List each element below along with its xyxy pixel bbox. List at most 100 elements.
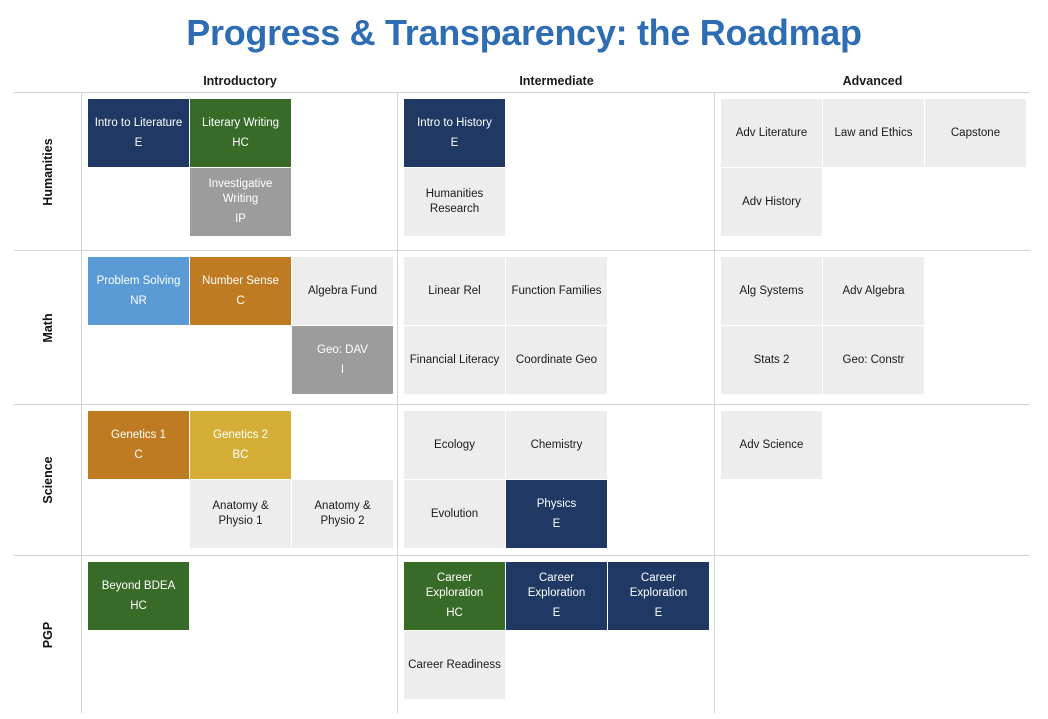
row-label-math: Math: [14, 251, 82, 404]
course-card[interactable]: Adv Science: [721, 411, 822, 479]
course-card[interactable]: Alg Systems: [721, 257, 822, 325]
course-card[interactable]: Number Sense C: [190, 257, 291, 325]
course-card[interactable]: Humanities Research: [404, 168, 505, 236]
course-name: Anatomy & Physio 2: [314, 500, 371, 527]
roadmap-row: Science Genetics 1 C Genetics 2 BC Anatomy & …: [14, 405, 1030, 556]
course-code: BC: [232, 448, 249, 461]
empty-slot: [190, 326, 291, 394]
course-card[interactable]: Investigative Writing IP: [190, 168, 291, 236]
course-card[interactable]: Geo: Constr: [823, 326, 924, 394]
course-card[interactable]: Function Families: [506, 257, 607, 325]
course-card[interactable]: Coordinate Geo: [506, 326, 607, 394]
course-card[interactable]: Career Exploration E: [608, 562, 709, 630]
empty-slot: [608, 99, 709, 167]
course-card[interactable]: Beyond BDEA HC: [88, 562, 189, 630]
course-card[interactable]: Financial Literacy: [404, 326, 505, 394]
empty-slot: [608, 411, 709, 479]
course-name: Career Exploration: [629, 572, 688, 599]
course-card[interactable]: Evolution: [404, 480, 505, 548]
course-card[interactable]: Career Readiness: [404, 631, 505, 699]
course-card[interactable]: Intro to Literature E: [88, 99, 189, 167]
course-card[interactable]: Adv Algebra: [823, 257, 924, 325]
course-card[interactable]: Capstone: [925, 99, 1026, 167]
course-card[interactable]: Problem Solving NR: [88, 257, 189, 325]
row-label-science: Science: [14, 405, 82, 555]
card-grid: Adv Literature Law and Ethics Capstone Adv …: [721, 99, 1030, 236]
empty-slot: [88, 480, 189, 548]
course-code: E: [450, 136, 459, 149]
row-label-text: Humanities: [40, 137, 55, 206]
course-card[interactable]: Linear Rel: [404, 257, 505, 325]
empty-slot: [292, 562, 393, 630]
empty-slot: [823, 168, 924, 236]
empty-slot: [292, 168, 393, 236]
course-code: E: [552, 517, 561, 530]
course-name: Coordinate Geo: [515, 353, 598, 366]
course-card[interactable]: Stats 2: [721, 326, 822, 394]
empty-slot: [925, 631, 1026, 699]
course-card[interactable]: Career Exploration E: [506, 562, 607, 630]
course-card[interactable]: Algebra Fund: [292, 257, 393, 325]
card-grid: Genetics 1 C Genetics 2 BC Anatomy & Physio …: [88, 411, 397, 548]
column-headers: Introductory Intermediate Advanced: [82, 70, 1030, 92]
empty-slot: [292, 631, 393, 699]
course-card[interactable]: Adv History: [721, 168, 822, 236]
empty-slot: [721, 480, 822, 548]
page-title: Progress & Transparency: the Roadmap: [186, 12, 862, 53]
course-card[interactable]: Genetics 2 BC: [190, 411, 291, 479]
course-code: HC: [232, 136, 249, 149]
card-grid: Intro to History E Humanities Research: [404, 99, 714, 236]
card-grid: Problem Solving NR Number Sense C Algebra Fu…: [88, 257, 397, 394]
empty-slot: [292, 99, 393, 167]
course-card[interactable]: Genetics 1 C: [88, 411, 189, 479]
course-card[interactable]: Chemistry: [506, 411, 607, 479]
course-name: Humanities Research: [425, 188, 484, 215]
course-card[interactable]: Law and Ethics: [823, 99, 924, 167]
course-name: Literary Writing: [201, 116, 280, 129]
course-name: Career Readiness: [408, 658, 501, 671]
course-name: Physics: [536, 497, 577, 510]
card-grid: Alg Systems Adv Algebra Stats 2 Geo: Constr: [721, 257, 1030, 394]
course-card[interactable]: Ecology: [404, 411, 505, 479]
empty-slot: [823, 631, 924, 699]
course-name: Genetics 1: [111, 428, 166, 441]
course-card[interactable]: Career Exploration HC: [404, 562, 505, 630]
course-name: Intro to Literature: [94, 116, 183, 129]
course-card[interactable]: Adv Literature: [721, 99, 822, 167]
roadmap-grid: Humanities Intro to Literature E Literary W…: [14, 92, 1030, 713]
course-card[interactable]: Anatomy & Physio 1: [190, 480, 291, 548]
course-card[interactable]: Literary Writing HC: [190, 99, 291, 167]
empty-slot: [506, 99, 607, 167]
course-name: Algebra Fund: [307, 284, 378, 297]
course-card[interactable]: Geo: DAV I: [292, 326, 393, 394]
course-name: Genetics 2: [213, 428, 268, 441]
row-label-text: Math: [40, 312, 55, 343]
section-humanities-introductory: Intro to Literature E Literary Writing HC In…: [82, 93, 398, 250]
course-name: Career Exploration: [425, 572, 484, 599]
section-pgp-intermediate: Career Exploration HC Career Exploration E C…: [398, 556, 715, 713]
card-grid: Linear Rel Function Families Financial Lit…: [404, 257, 714, 394]
empty-slot: [608, 168, 709, 236]
card-grid: [721, 562, 1030, 699]
empty-slot: [721, 631, 822, 699]
course-name: Ecology: [434, 438, 475, 451]
course-card[interactable]: Intro to History E: [404, 99, 505, 167]
empty-slot: [88, 631, 189, 699]
course-name: Number Sense: [202, 274, 279, 287]
section-math-advanced: Alg Systems Adv Algebra Stats 2 Geo: Constr: [715, 251, 1030, 404]
empty-slot: [190, 631, 291, 699]
row-label-text: PGP: [40, 621, 55, 648]
course-name: Intro to History: [417, 116, 492, 129]
course-code: NR: [130, 294, 147, 307]
course-name: Beyond BDEA: [101, 579, 176, 592]
empty-slot: [721, 562, 822, 630]
section-humanities-intermediate: Intro to History E Humanities Research: [398, 93, 715, 250]
course-card[interactable]: Physics E: [506, 480, 607, 548]
row-label-text: Science: [40, 456, 55, 504]
course-name: Investigative Writing: [208, 178, 273, 205]
course-card[interactable]: Anatomy & Physio 2: [292, 480, 393, 548]
course-name: Adv Science: [739, 438, 804, 451]
column-header-intermediate: Intermediate: [519, 74, 594, 88]
empty-slot: [608, 326, 709, 394]
empty-slot: [925, 411, 1026, 479]
